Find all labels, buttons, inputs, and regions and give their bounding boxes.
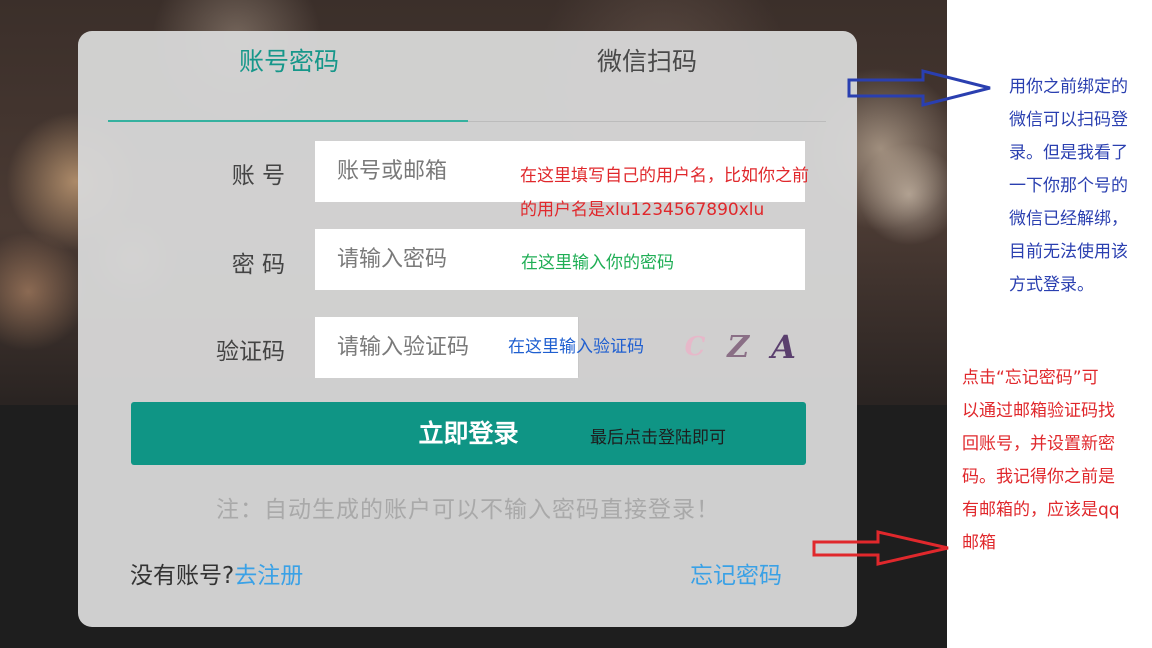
tab-active-indicator (108, 120, 468, 122)
register-link[interactable]: 去注册 (234, 563, 303, 589)
arrow-left-icon (812, 530, 949, 566)
password-label: 密 码 (231, 252, 285, 278)
no-account-row: 没有账号?去注册 (130, 556, 303, 590)
annotation-wechat-line: 用你之前绑定的 (1009, 77, 1128, 97)
annotation-forgot-line: 有邮箱的，应该是qq (962, 500, 1120, 520)
no-account-text: 没有账号? (130, 563, 235, 589)
captcha-char: A (771, 328, 796, 366)
annotation-username-line2: 的用户名是xlu1234567890xlu (520, 200, 765, 220)
username-label: 账 号 (231, 163, 285, 189)
annotation-wechat-line: 微信已经解绑， (1009, 209, 1128, 229)
annotation-forgot-line: 点击“忘记密码”可 (962, 368, 1099, 388)
forgot-password-link[interactable]: 忘记密码 (690, 556, 782, 590)
annotation-username-line1: 在这里填写自己的用户名，比如你之前 (520, 166, 809, 186)
annotation-captcha: 在这里输入验证码 (508, 337, 644, 357)
annotation-forgot-line: 邮箱 (962, 533, 996, 553)
annotation-login: 最后点击登陆即可 (590, 428, 726, 448)
captcha-char: C (684, 332, 706, 362)
annotation-forgot-line: 回账号，并设置新密 (962, 434, 1115, 454)
annotation-wechat-line: 微信可以扫码登 (1009, 110, 1128, 130)
annotation-wechat-line: 一下你那个号的 (1009, 176, 1128, 196)
annotation-forgot-line: 码。我记得你之前是 (962, 467, 1115, 487)
tab-wechat-scan[interactable]: 微信扫码 (468, 42, 826, 78)
annotation-wechat-line: 方式登录。 (1009, 275, 1094, 295)
annotation-wechat-line: 录。但是我看了 (1009, 143, 1128, 163)
annotation-wechat-line: 目前无法使用该 (1009, 242, 1128, 262)
captcha-label: 验证码 (216, 339, 285, 365)
tab-account-password[interactable]: 账号密码 (110, 42, 468, 78)
auto-account-note: 注：自动生成的账户可以不输入密码直接登录！ (216, 497, 720, 523)
annotation-forgot-line: 以通过邮箱验证码找 (962, 401, 1115, 421)
arrow-right-icon (847, 69, 991, 107)
annotation-password: 在这里输入你的密码 (521, 253, 674, 273)
captcha-char: Z (727, 329, 750, 365)
